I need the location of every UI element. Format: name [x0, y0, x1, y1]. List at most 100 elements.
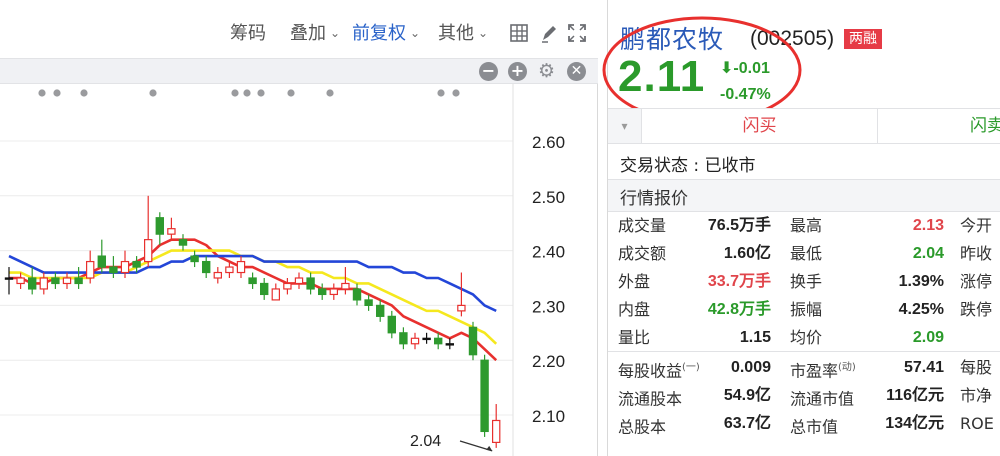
y-tick-label: 2.60: [532, 133, 565, 152]
field-label: 外盘: [618, 270, 650, 294]
candle-body: [364, 299, 373, 307]
candle-body: [225, 266, 234, 274]
field-label: 涨停: [960, 270, 992, 294]
field-label-text: 均价: [790, 328, 823, 347]
candle: [480, 354, 489, 437]
chips-button[interactable]: 筹码: [230, 22, 266, 46]
chips-label: 筹码: [230, 23, 266, 44]
field-label-text: 总股本: [618, 417, 667, 437]
candle: [120, 250, 130, 278]
candle-body: [422, 337, 431, 341]
field-value-text: 42.8万手: [707, 301, 771, 318]
field-value-text: 1.60亿: [723, 245, 771, 262]
price-change-value: -0.01: [733, 60, 770, 77]
candle-body: [97, 255, 106, 268]
field-value: 134亿元: [885, 412, 944, 436]
overlay-dropdown[interactable]: 叠加 ⌄: [290, 22, 340, 47]
table-row: 外盘 33.7万手 换手 1.39% 涨停: [608, 268, 1000, 296]
minus-icon[interactable]: −: [479, 62, 498, 81]
field-qualifier: (一): [682, 362, 700, 373]
plus-icon[interactable]: +: [508, 62, 527, 81]
field-label: 振幅: [790, 298, 822, 322]
kline-chart: 2.60 2.50 2.40 2.30 2.20 2.10 2.04: [0, 84, 565, 456]
field-label-text: 每股收益: [618, 361, 683, 381]
candle-body: [109, 266, 118, 274]
candle-body: [457, 304, 466, 312]
current-price: 2.11: [618, 52, 706, 101]
field-label: 市净: [960, 384, 992, 408]
pen-icon[interactable]: [538, 22, 560, 44]
other-dropdown[interactable]: 其他 ⌄: [438, 22, 488, 47]
candle: [422, 332, 431, 344]
candle: [352, 283, 362, 306]
field-label-text: 量比: [618, 328, 651, 347]
field-label-text: 最低: [790, 244, 823, 263]
table-row: 量比 1.15 均价 2.09: [608, 324, 1000, 352]
fullscreen-icon[interactable]: [566, 22, 588, 44]
field-label-text: 昨收: [960, 244, 993, 263]
candle-body: [51, 277, 60, 285]
chart-toolbar: 筹码 叠加 ⌄ 前复权 ⌄ 其他 ⌄: [0, 0, 598, 58]
y-tick-label: 2.10: [532, 407, 565, 426]
stock-name[interactable]: 鹏都农牧: [620, 20, 724, 56]
quote-table: 成交量 76.5万手 最高 2.13 今开 成交额 1.60亿 最低 2.04 昨收 外盘 33.7万…: [608, 212, 1000, 352]
table-row: 流通股本 54.9亿 流通市值 116亿元 市净: [608, 382, 1000, 410]
candle: [260, 278, 269, 300]
trade-status-row: 交易状态 : 已收市: [608, 144, 1000, 180]
candle-body: [271, 288, 281, 301]
field-label-text: 最高: [790, 216, 823, 235]
field-label-text: 内盘: [618, 300, 651, 319]
field-label: 跌停: [960, 298, 992, 322]
field-label-text: 市盈率: [790, 361, 839, 381]
field-value: 63.7亿: [724, 412, 771, 436]
field-value-text: 4.25%: [898, 301, 944, 318]
adjust-dropdown[interactable]: 前复权 ⌄: [352, 22, 420, 47]
collapse-icon[interactable]: ▾: [608, 109, 642, 143]
field-value-text: 1.15: [739, 329, 771, 346]
candle-body: [202, 260, 211, 274]
field-value: 1.39%: [899, 270, 944, 294]
candle-body: [144, 239, 153, 263]
event-marker: [257, 89, 265, 97]
candle-body: [468, 326, 478, 356]
candle: [236, 256, 246, 278]
event-marker: [149, 89, 157, 97]
quick-sell-button[interactable]: 闪卖: [878, 109, 1000, 143]
event-marker: [326, 89, 334, 97]
field-value-text: 76.5万手: [707, 217, 771, 234]
margin-badge: 两融: [844, 29, 882, 49]
candle-body: [74, 277, 83, 285]
candle-body: [39, 277, 49, 290]
field-value-text: 57.41: [903, 359, 944, 376]
field-label-text: 成交量: [618, 216, 667, 235]
candle: [306, 272, 315, 295]
trade-status: 交易状态 : 已收市: [620, 156, 756, 176]
field-label-text: 每股: [960, 358, 993, 377]
field-qualifier: (动): [838, 362, 856, 373]
field-value: 2.13: [913, 214, 944, 238]
y-tick-label: 2.30: [532, 297, 565, 316]
field-label: 每股收益(一): [618, 356, 700, 383]
field-value-text: 116亿元: [886, 387, 944, 404]
candle-body: [399, 332, 408, 345]
field-value-text: 63.7亿: [723, 415, 771, 432]
table-row: 每股收益(一) 0.009 市盈率(动) 57.41 每股: [608, 354, 1000, 382]
candle: [248, 272, 257, 289]
close-icon[interactable]: ✕: [567, 62, 586, 81]
candle-body: [294, 277, 304, 285]
gear-icon[interactable]: ⚙: [537, 62, 556, 81]
grid-icon[interactable]: [508, 22, 530, 44]
candle-body: [492, 419, 501, 444]
candle: [271, 283, 281, 301]
candle: [51, 272, 60, 289]
field-value: 2.04: [913, 242, 944, 266]
candle: [294, 272, 304, 289]
candle: [144, 195, 153, 268]
quick-buy-button[interactable]: 闪买: [642, 109, 878, 143]
field-label-text: 涨停: [960, 272, 993, 291]
ma-line-ma10: [9, 249, 498, 345]
event-marker: [287, 89, 295, 97]
candle: [376, 299, 385, 322]
candle-body: [434, 337, 443, 345]
chart-subbar: − + ⚙ ✕: [0, 58, 598, 84]
